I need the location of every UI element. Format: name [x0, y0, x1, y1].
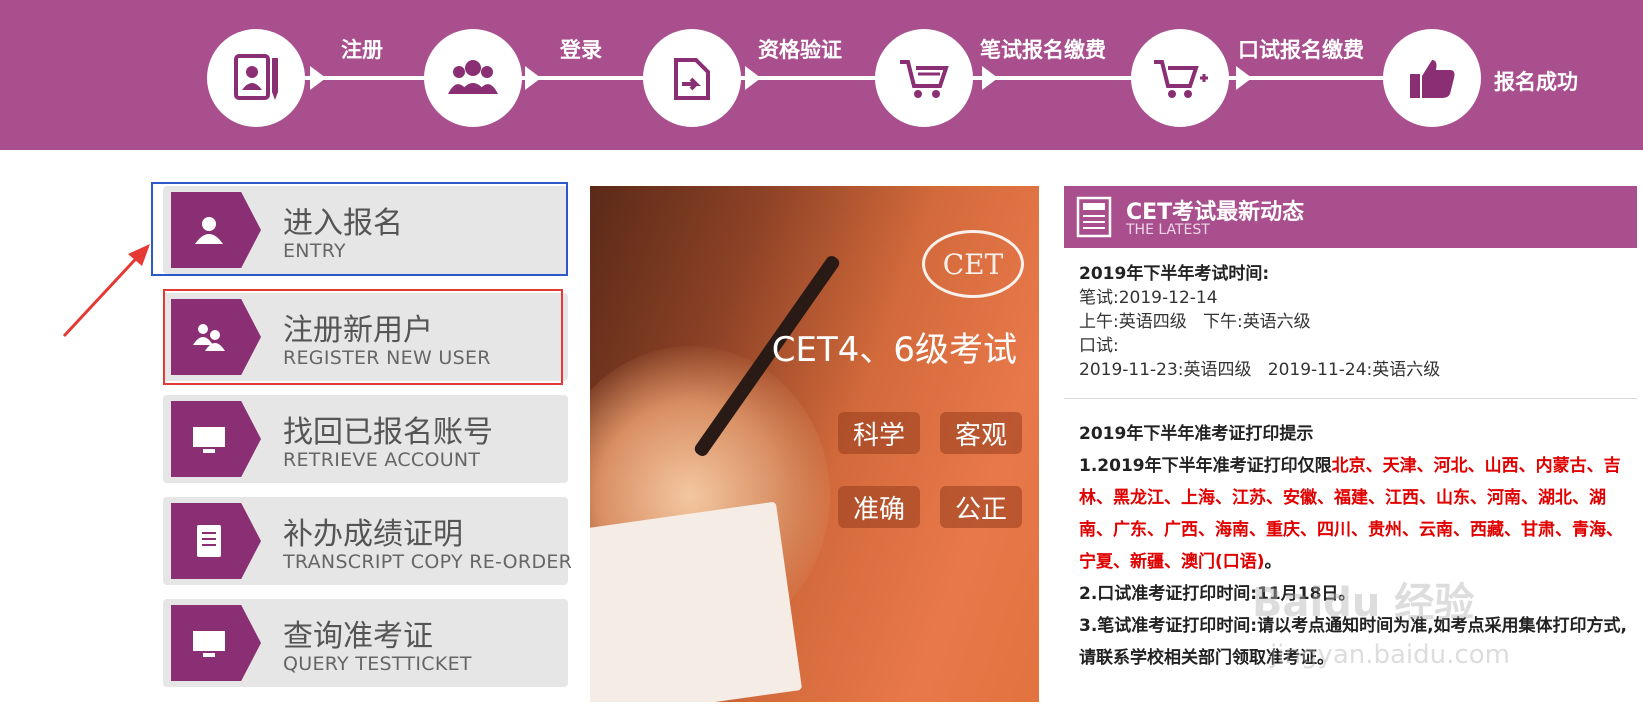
step-label: 笔试报名缴费	[980, 38, 1106, 62]
oral-date-1: 2019-11-23:	[1079, 360, 1184, 380]
news-divider	[1064, 398, 1637, 399]
menu-icon-badge	[171, 401, 261, 477]
verify-doc-icon	[674, 58, 710, 100]
menu-sublabel: TRANSCRIPT COPY RE-ORDER	[283, 551, 573, 573]
step-label: 口试报名缴费	[1238, 38, 1364, 62]
menu-label: 补办成绩证明	[283, 517, 463, 552]
oral-dates-line: 2019-11-23:英语四级 2019-11-24:英语六级	[1079, 358, 1440, 382]
step-label: 资格验证	[758, 38, 842, 62]
oral-exam-line: 口试:	[1079, 334, 1119, 358]
menu-retrieve-account[interactable]: 找回已报名账号 RETRIEVE ACCOUNT	[163, 395, 568, 483]
cart-icon	[900, 60, 949, 98]
menu-sublabel: RETRIEVE ACCOUNT	[283, 449, 481, 471]
highlight-box-blue	[151, 182, 568, 276]
step-register	[207, 29, 305, 127]
paper-illustration	[590, 501, 803, 702]
watermark-logo: Baidu 经验	[1252, 580, 1475, 626]
hero-tag: 科学	[838, 412, 920, 454]
oral-value-2: 英语六级	[1372, 360, 1441, 380]
hero-tag: 公正	[940, 486, 1022, 528]
exam-heading-text: 2019年下半年考试时间:	[1079, 264, 1270, 284]
step-login	[424, 29, 522, 127]
step-arrow-icon	[525, 66, 541, 90]
menu-sublabel: QUERY TESTTICKET	[283, 653, 472, 675]
tip-1: 1.2019年下半年准考证打印仅限北京、天津、河北、山西、内蒙古、吉林、黑龙江、…	[1079, 450, 1629, 578]
step-oral-pay	[1131, 29, 1229, 127]
step-label: 登录	[560, 38, 602, 62]
step-arrow-icon	[1236, 66, 1252, 90]
watermark-url: jingyan.baidu.com	[1270, 640, 1510, 670]
print-tips: 2019年下半年准考证打印提示 1.2019年下半年准考证打印仅限北京、天津、河…	[1079, 418, 1629, 674]
exam-time-heading: 2019年下半年考试时间:	[1079, 262, 1269, 286]
menu-query-testticket[interactable]: 查询准考证 QUERY TESTTICKET	[163, 599, 568, 687]
am-value: 英语四级	[1118, 312, 1187, 332]
users-group-icon	[448, 60, 498, 94]
menu-transcript-reorder[interactable]: 补办成绩证明 TRANSCRIPT COPY RE-ORDER	[163, 497, 572, 585]
document-icon	[197, 525, 221, 557]
menu-label: 查询准考证	[283, 619, 433, 654]
step-verify	[643, 29, 741, 127]
annotation-arrow-icon	[62, 244, 150, 338]
am-label: 上午:	[1079, 312, 1119, 332]
thumbs-up-icon	[1410, 60, 1455, 98]
written-label: 笔试:	[1079, 288, 1119, 308]
print-heading: 2019年下半年准考证打印提示	[1079, 424, 1314, 444]
menu-icon-badge	[171, 503, 261, 579]
tip-1-suffix: 。	[1264, 552, 1282, 572]
hero-banner: CET CET4、6级考试 科学 客观 准确 公正	[590, 186, 1039, 702]
hero-title: CET4、6级考试	[771, 330, 1017, 370]
progress-banner: 注册 登录 资格验证 笔试报名缴费 口试报名缴费 报名成功	[0, 0, 1643, 150]
news-subtitle: THE LATEST	[1126, 222, 1210, 238]
written-exam-line: 笔试:2019-12-14	[1079, 286, 1218, 310]
pm-value: 英语六级	[1242, 312, 1311, 332]
highlight-box-red	[163, 289, 563, 385]
step-label: 报名成功	[1494, 70, 1578, 94]
newspaper-icon	[1076, 196, 1112, 238]
register-card-icon	[234, 54, 278, 100]
pm-label: 下午:	[1202, 312, 1243, 332]
oral-label: 口试:	[1079, 336, 1119, 356]
step-success	[1383, 29, 1481, 127]
step-written-pay	[875, 29, 973, 127]
news-header: CET考试最新动态 THE LATEST	[1064, 186, 1637, 248]
cet-logo: CET	[922, 230, 1024, 298]
monitor-icon	[193, 427, 225, 453]
hero-tag: 客观	[940, 412, 1022, 454]
cart-plus-icon	[1154, 60, 1208, 98]
step-arrow-icon	[310, 66, 326, 90]
menu-label: 找回已报名账号	[283, 415, 493, 450]
hero-tag: 准确	[838, 486, 920, 528]
tip-1-prefix: 1.2019年下半年准考证打印仅限	[1079, 456, 1332, 476]
step-arrow-icon	[982, 66, 998, 90]
menu-icon-badge	[171, 605, 261, 681]
written-date: 2019-12-14	[1118, 288, 1218, 308]
am-pm-line: 上午:英语四级 下午:英语六级	[1079, 310, 1311, 334]
oral-value-1: 英语四级	[1183, 360, 1252, 380]
step-arrow-icon	[745, 66, 761, 90]
monitor-icon	[193, 631, 225, 657]
step-label: 注册	[341, 38, 383, 62]
oral-date-2: 2019-11-24:	[1267, 360, 1373, 380]
